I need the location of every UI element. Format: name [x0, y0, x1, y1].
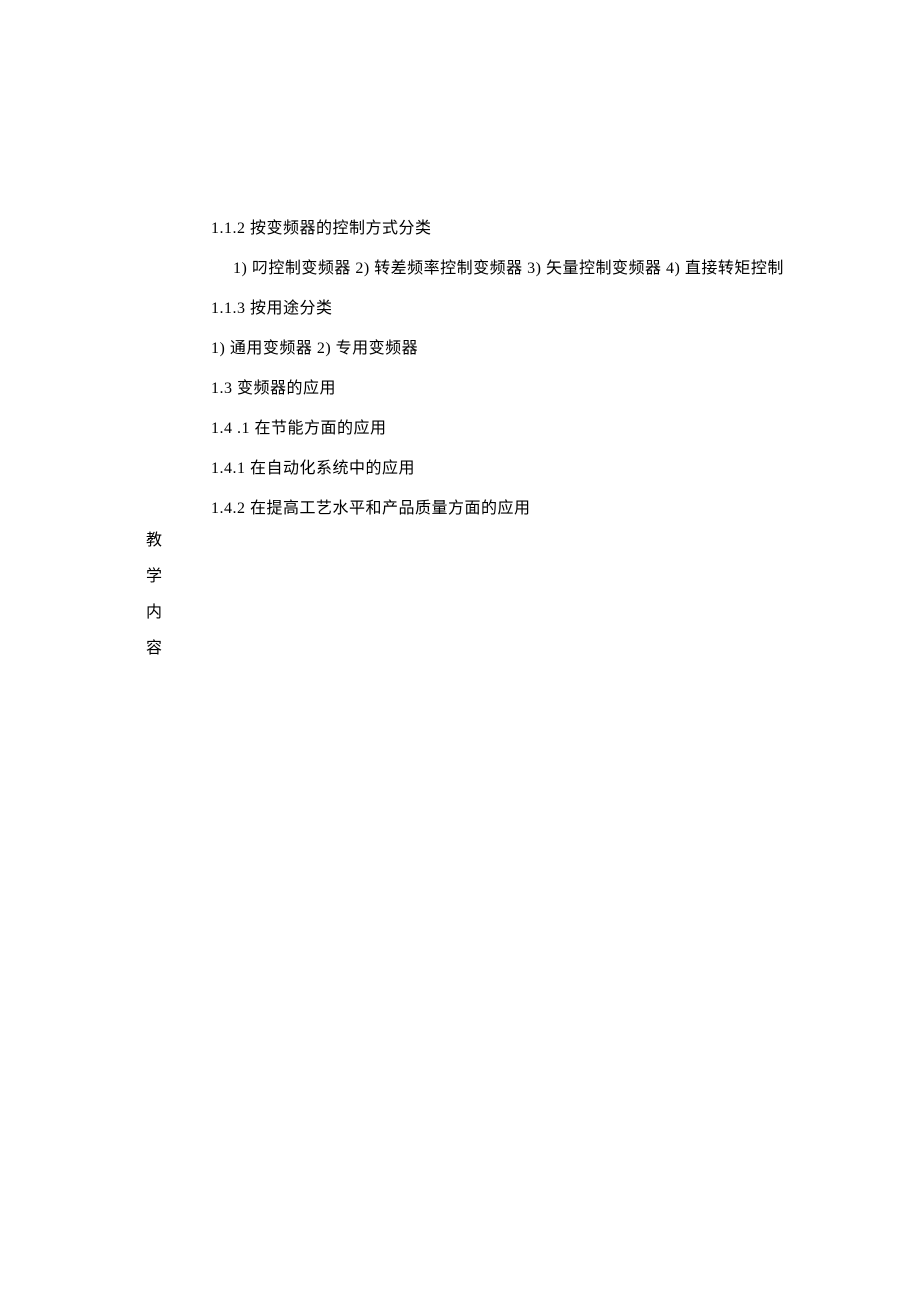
- vertical-char-1: 教: [146, 523, 162, 559]
- heading-1-4-1: 1.4.1 在自动化系统中的应用: [211, 449, 784, 489]
- content-block: 1.1.2 按变频器的控制方式分类 1) 叼控制变频器 2) 转差频率控制变频器…: [211, 209, 784, 529]
- list-items-usage: 1) 通用变频器 2) 专用变频器: [211, 329, 784, 369]
- heading-1-1-2: 1.1.2 按变频器的控制方式分类: [211, 209, 784, 249]
- vertical-char-2: 学: [146, 559, 162, 595]
- vertical-char-3: 内: [146, 595, 162, 631]
- heading-1-4: 1.4 .1 在节能方面的应用: [211, 409, 784, 449]
- vertical-label: 教 学 内 容: [146, 523, 162, 667]
- heading-1-4-2: 1.4.2 在提高工艺水平和产品质量方面的应用: [211, 489, 784, 529]
- heading-1-1-3: 1.1.3 按用途分类: [211, 289, 784, 329]
- vertical-char-4: 容: [146, 631, 162, 667]
- list-items-control: 1) 叼控制变频器 2) 转差频率控制变频器 3) 矢量控制变频器 4) 直接转…: [211, 249, 784, 289]
- heading-1-3: 1.3 变频器的应用: [211, 369, 784, 409]
